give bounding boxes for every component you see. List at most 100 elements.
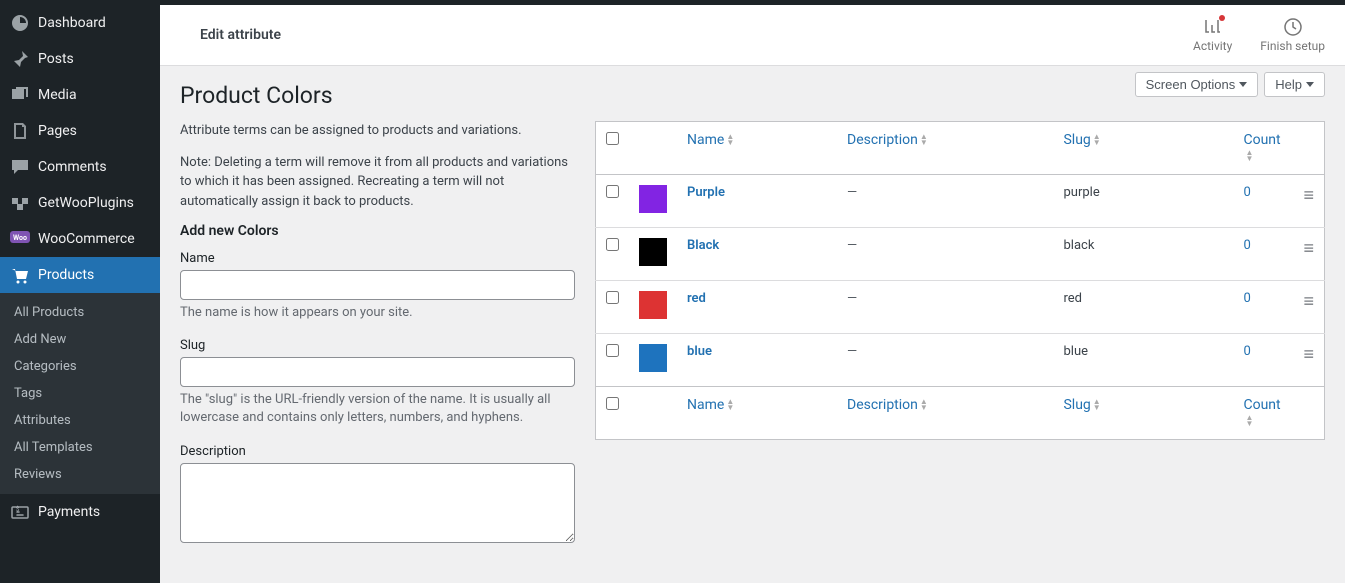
- note-text: Note: Deleting a term will remove it fro…: [180, 153, 575, 212]
- term-count-link[interactable]: 0: [1243, 185, 1250, 200]
- pin-icon: [10, 49, 30, 69]
- products-icon: [10, 265, 30, 285]
- terms-table: Name▲▼ Description▲▼ Slug▲▼ Count▲▼ Purp…: [595, 121, 1325, 440]
- sidebar-sub-all-templates[interactable]: All Templates: [0, 434, 160, 461]
- table-row: Black — black 0 ≡: [596, 228, 1325, 281]
- table-row: Purple — purple 0 ≡: [596, 175, 1325, 228]
- col-description[interactable]: Description: [847, 132, 918, 148]
- svg-text:Woo: Woo: [13, 234, 27, 242]
- sidebar-item-label: Pages: [38, 123, 77, 139]
- help-button[interactable]: Help: [1264, 72, 1325, 97]
- term-count-link[interactable]: 0: [1243, 344, 1250, 359]
- sidebar-item-label: Dashboard: [38, 15, 106, 31]
- finish-label: Finish setup: [1260, 39, 1325, 53]
- sidebar-sub-add-new[interactable]: Add New: [0, 326, 160, 353]
- color-swatch: [639, 291, 667, 319]
- admin-sidebar: Dashboard Posts Media Pages Comments Get…: [0, 5, 160, 583]
- term-slug: red: [1053, 281, 1233, 334]
- sidebar-item-woocommerce[interactable]: Woo WooCommerce: [0, 221, 160, 257]
- sort-icon: ▲▼: [920, 399, 928, 411]
- sidebar-item-label: Products: [38, 267, 94, 283]
- sort-icon: ▲▼: [726, 399, 734, 411]
- activity-label: Activity: [1193, 39, 1232, 53]
- comments-icon: [10, 157, 30, 177]
- name-label: Name: [180, 251, 575, 266]
- sort-icon: ▲▼: [920, 134, 928, 146]
- sidebar-sub-reviews[interactable]: Reviews: [0, 461, 160, 488]
- description-input[interactable]: [180, 463, 575, 543]
- col-name[interactable]: Name: [687, 132, 724, 148]
- term-description: —: [847, 238, 857, 253]
- sidebar-item-payments[interactable]: $ Payments: [0, 494, 160, 530]
- main-content: Edit attribute Activity Finish setup: [160, 5, 1345, 583]
- col-count[interactable]: Count: [1243, 132, 1280, 148]
- sidebar-item-media[interactable]: Media: [0, 77, 160, 113]
- sidebar-item-label: WooCommerce: [38, 231, 135, 247]
- sidebar-sub-all-products[interactable]: All Products: [0, 299, 160, 326]
- term-count-link[interactable]: 0: [1243, 238, 1250, 253]
- sidebar-sub-categories[interactable]: Categories: [0, 353, 160, 380]
- sidebar-item-label: Media: [38, 87, 77, 103]
- chevron-down-icon: [1306, 82, 1314, 87]
- slug-help: The "slug" is the URL-friendly version o…: [180, 391, 575, 427]
- dashboard-icon: [10, 13, 30, 33]
- term-name-link[interactable]: Black: [687, 238, 719, 253]
- col-slug[interactable]: Slug: [1063, 132, 1090, 148]
- sort-icon: ▲▼: [726, 134, 734, 146]
- term-description: —: [847, 185, 857, 200]
- sidebar-sub-attributes[interactable]: Attributes: [0, 407, 160, 434]
- select-all-checkbox[interactable]: [606, 132, 619, 145]
- sidebar-item-label: GetWooPlugins: [38, 195, 134, 211]
- finish-setup-button[interactable]: Finish setup: [1260, 17, 1325, 53]
- sidebar-item-posts[interactable]: Posts: [0, 41, 160, 77]
- sort-icon: ▲▼: [1245, 415, 1253, 427]
- term-name-link[interactable]: red: [687, 291, 706, 306]
- sort-icon: ▲▼: [1093, 399, 1101, 411]
- col-slug-footer[interactable]: Slug: [1063, 397, 1090, 413]
- row-menu-icon[interactable]: ≡: [1303, 238, 1314, 259]
- row-menu-icon[interactable]: ≡: [1303, 344, 1314, 365]
- slug-input[interactable]: [180, 357, 575, 387]
- term-slug: blue: [1053, 334, 1233, 387]
- row-checkbox[interactable]: [606, 291, 619, 304]
- term-slug: black: [1053, 228, 1233, 281]
- sidebar-sub-tags[interactable]: Tags: [0, 380, 160, 407]
- screen-options-label: Screen Options: [1146, 77, 1236, 92]
- color-swatch: [639, 238, 667, 266]
- name-input[interactable]: [180, 270, 575, 300]
- row-menu-icon[interactable]: ≡: [1303, 291, 1314, 312]
- row-checkbox[interactable]: [606, 344, 619, 357]
- slug-label: Slug: [180, 338, 575, 353]
- term-description: —: [847, 291, 857, 306]
- sidebar-item-products[interactable]: Products: [0, 257, 160, 293]
- select-all-checkbox-footer[interactable]: [606, 397, 619, 410]
- term-name-link[interactable]: blue: [687, 344, 712, 359]
- term-count-link[interactable]: 0: [1243, 291, 1250, 306]
- sidebar-item-comments[interactable]: Comments: [0, 149, 160, 185]
- description-label: Description: [180, 444, 575, 459]
- sidebar-submenu: All Products Add New Categories Tags Att…: [0, 293, 160, 494]
- sort-icon: ▲▼: [1245, 150, 1253, 162]
- col-description-footer[interactable]: Description: [847, 397, 918, 413]
- sidebar-item-getwooplugins[interactable]: GetWooPlugins: [0, 185, 160, 221]
- screen-options-button[interactable]: Screen Options: [1135, 72, 1259, 97]
- sidebar-item-dashboard[interactable]: Dashboard: [0, 5, 160, 41]
- row-menu-icon[interactable]: ≡: [1303, 185, 1314, 206]
- sidebar-item-pages[interactable]: Pages: [0, 113, 160, 149]
- media-icon: [10, 85, 30, 105]
- color-swatch: [639, 344, 667, 372]
- col-count-footer[interactable]: Count: [1243, 397, 1280, 413]
- name-help: The name is how it appears on your site.: [180, 304, 575, 322]
- sidebar-item-label: Comments: [38, 159, 107, 175]
- activity-button[interactable]: Activity: [1193, 17, 1232, 53]
- sidebar-item-label: Payments: [38, 504, 100, 520]
- sidebar-item-label: Posts: [38, 51, 74, 67]
- table-row: blue — blue 0 ≡: [596, 334, 1325, 387]
- term-slug: purple: [1053, 175, 1233, 228]
- row-checkbox[interactable]: [606, 185, 619, 198]
- chevron-down-icon: [1239, 82, 1247, 87]
- col-name-footer[interactable]: Name: [687, 397, 724, 413]
- term-name-link[interactable]: Purple: [687, 185, 725, 200]
- term-description: —: [847, 344, 857, 359]
- row-checkbox[interactable]: [606, 238, 619, 251]
